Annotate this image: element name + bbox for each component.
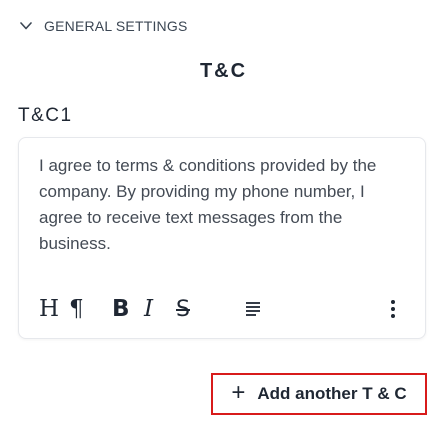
general-settings-title: GENERAL SETTINGS	[44, 18, 188, 34]
general-settings-header[interactable]: GENERAL SETTINGS	[20, 18, 188, 34]
align-left-icon[interactable]	[243, 294, 263, 324]
tc-item-label: T&C1	[18, 105, 73, 126]
plus-icon: +	[231, 379, 246, 406]
strikethrough-button[interactable]: S	[176, 294, 190, 324]
add-another-tc-button[interactable]: + Add another T & C	[211, 373, 427, 415]
tc-editor-text[interactable]: I agree to terms & conditions provided b…	[39, 153, 411, 257]
add-button-label: Add another T & C	[257, 384, 407, 403]
heading-button[interactable]: H	[39, 294, 59, 324]
more-vertical-icon[interactable]	[387, 294, 399, 324]
editor-toolbar: H ¶ B I S	[19, 288, 425, 328]
paragraph-button[interactable]: ¶	[69, 294, 84, 324]
bold-button[interactable]: B	[112, 294, 130, 324]
tc-editor[interactable]: I agree to terms & conditions provided b…	[18, 137, 426, 339]
chevron-down-icon	[20, 22, 32, 30]
italic-button[interactable]: I	[144, 294, 153, 324]
page-title: T&C	[199, 60, 248, 82]
